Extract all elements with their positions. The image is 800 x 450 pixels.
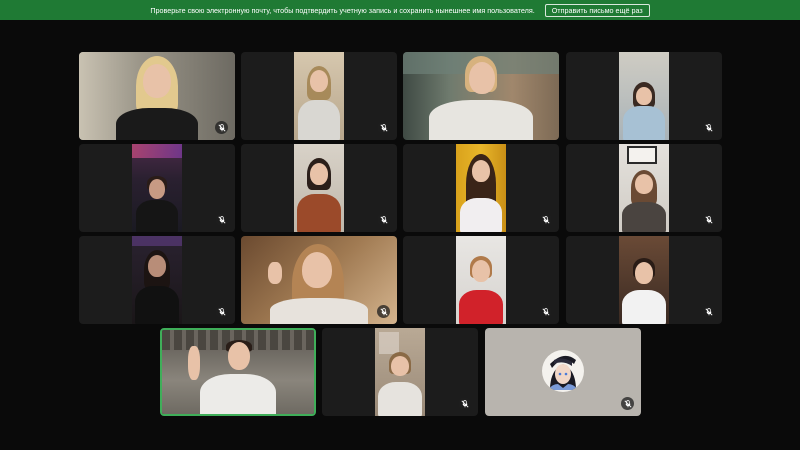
participant-video: [294, 144, 344, 232]
microphone-off-icon: [377, 121, 390, 134]
participant-tile[interactable]: [403, 52, 559, 140]
microphone-off-icon: [702, 121, 715, 134]
active-speaker-tile[interactable]: [160, 328, 316, 416]
microphone-off-icon: [215, 121, 228, 134]
participant-tile[interactable]: [79, 52, 235, 140]
participant-video: [79, 52, 235, 140]
microphone-off-icon: [702, 305, 715, 318]
participant-video: [403, 52, 559, 140]
participant-tile[interactable]: [241, 236, 397, 324]
participant-video: [456, 236, 506, 324]
participant-video: [619, 236, 669, 324]
microphone-off-icon: [215, 305, 228, 318]
microphone-off-icon: [377, 213, 390, 226]
microphone-off-icon: [539, 305, 552, 318]
participant-tile[interactable]: [241, 52, 397, 140]
participant-video: [132, 144, 182, 232]
participant-video: [132, 236, 182, 324]
microphone-off-icon: [377, 305, 390, 318]
email-verification-banner: Проверьте свою электронную почту, чтобы …: [0, 0, 800, 20]
participant-video: [619, 144, 669, 232]
participant-tile[interactable]: [403, 144, 559, 232]
participant-video: [456, 144, 506, 232]
resend-email-button[interactable]: Отправить письмо ещё раз: [544, 3, 650, 17]
participant-tile[interactable]: [79, 144, 235, 232]
participant-tile[interactable]: [241, 144, 397, 232]
microphone-off-icon: [621, 397, 634, 410]
anime-avatar-icon: [542, 350, 584, 392]
participant-tile-avatar[interactable]: [485, 328, 641, 416]
participant-video: [619, 52, 669, 140]
participant-tile[interactable]: [322, 328, 478, 416]
microphone-off-icon: [702, 213, 715, 226]
microphone-off-icon: [215, 213, 228, 226]
participant-tile[interactable]: [403, 236, 559, 324]
participant-video: [294, 52, 344, 140]
microphone-off-icon: [539, 213, 552, 226]
participant-video: [241, 236, 397, 324]
participant-tile[interactable]: [79, 236, 235, 324]
participant-tile[interactable]: [566, 144, 722, 232]
microphone-off-icon: [458, 397, 471, 410]
participant-video: [375, 328, 425, 416]
participant-tile[interactable]: [566, 52, 722, 140]
banner-message: Проверьте свою электронную почту, чтобы …: [150, 5, 535, 15]
participant-tile[interactable]: [566, 236, 722, 324]
participant-video: [162, 330, 314, 414]
